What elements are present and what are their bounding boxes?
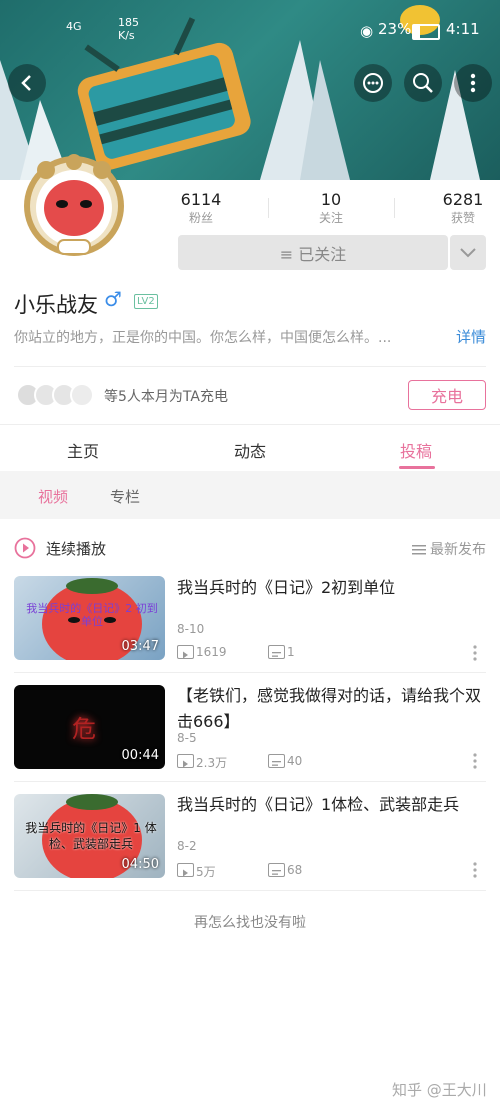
charge-text: 等5人本月为TA充电 bbox=[104, 389, 228, 405]
video-duration: 03:47 bbox=[121, 639, 159, 654]
more-vertical-icon bbox=[473, 753, 477, 769]
charger-avatars[interactable] bbox=[16, 382, 100, 408]
tab-submissions[interactable]: 投稿 bbox=[366, 438, 466, 462]
fans-count: 6114 bbox=[180, 190, 222, 209]
charger-avatar-icons bbox=[16, 383, 94, 407]
thumbnail-text: 危 bbox=[72, 715, 96, 743]
likes-count: 6281 bbox=[442, 190, 484, 209]
watermark: 知乎 @王大川 bbox=[392, 1081, 487, 1099]
search-icon bbox=[413, 73, 433, 93]
video-date: 8-10 bbox=[177, 622, 205, 636]
video-title[interactable]: 我当兵时的《日记》2初到单位 bbox=[177, 575, 477, 601]
play-count-icon bbox=[177, 645, 194, 659]
active-tab-indicator bbox=[399, 466, 435, 469]
video-duration: 04:50 bbox=[121, 857, 159, 872]
play-all-label[interactable]: 连续播放 bbox=[46, 538, 106, 559]
video-more-button[interactable] bbox=[472, 644, 478, 662]
comment-count-icon bbox=[268, 754, 285, 768]
back-button[interactable] bbox=[8, 64, 46, 102]
more-vertical-icon bbox=[473, 862, 477, 878]
video-title[interactable]: 【老铁们，感觉我做得对的话，请给我个双击666】 bbox=[177, 683, 483, 735]
video-thumbnail[interactable]: 我当兵时的《日记》2 初到单位 03:47 bbox=[14, 576, 165, 660]
end-of-list-text: 再怎么找也没有啦 bbox=[194, 915, 306, 931]
video-thumbnail[interactable]: 我当兵时的《日记》1 体检、武装部走兵 04:50 bbox=[14, 794, 165, 878]
play-count: 2.3万 bbox=[196, 756, 228, 770]
video-date: 8-2 bbox=[177, 839, 197, 853]
video-title[interactable]: 我当兵时的《日记》1体检、武装部走兵 bbox=[177, 792, 483, 818]
video-thumbnail[interactable]: 危 00:44 bbox=[14, 685, 165, 769]
divider bbox=[14, 366, 486, 367]
comment-count: 68 bbox=[287, 863, 303, 877]
network-speed: 185 K/s bbox=[118, 16, 139, 42]
stat-likes[interactable]: 6281 获赞 bbox=[434, 190, 492, 226]
detail-link[interactable]: 详情 bbox=[456, 326, 486, 347]
battery-text: 23% bbox=[378, 20, 412, 38]
play-count-icon bbox=[177, 863, 194, 877]
tab-home[interactable]: 主页 bbox=[33, 438, 133, 462]
search-button[interactable] bbox=[404, 64, 442, 102]
play-count: 1619 bbox=[196, 645, 227, 659]
arrow-left-icon bbox=[21, 75, 31, 91]
play-count: 5万 bbox=[196, 865, 216, 879]
subtab-column[interactable]: 专栏 bbox=[110, 486, 140, 507]
stat-divider bbox=[394, 198, 395, 218]
video-more-button[interactable] bbox=[472, 861, 478, 879]
charge-button[interactable]: 充电 bbox=[408, 380, 486, 410]
thumbnail-text: 我当兵时的《日记》1 体检、武装部走兵 bbox=[25, 821, 157, 851]
stat-following[interactable]: 10 关注 bbox=[302, 190, 360, 226]
sort-dropdown[interactable]: 最新发布 bbox=[430, 539, 486, 559]
likes-label: 获赞 bbox=[450, 211, 475, 225]
video-more-button[interactable] bbox=[472, 752, 478, 770]
following-label: 关注 bbox=[318, 211, 343, 225]
following-count: 10 bbox=[320, 190, 342, 209]
more-vertical-icon bbox=[470, 73, 476, 93]
network-indicator: 4G bbox=[66, 20, 82, 33]
comment-count-icon bbox=[268, 863, 285, 877]
eye-icon: ◉ bbox=[360, 22, 374, 40]
chat-button[interactable] bbox=[354, 64, 392, 102]
divider bbox=[14, 890, 486, 891]
divider bbox=[0, 424, 500, 425]
subtab-bar bbox=[0, 471, 500, 519]
more-button[interactable] bbox=[454, 64, 492, 102]
sort-icon bbox=[412, 541, 426, 555]
gender-male-icon: ♂ bbox=[104, 287, 122, 311]
subtab-video[interactable]: 视频 bbox=[38, 486, 68, 507]
clock: 4:11 bbox=[446, 20, 480, 38]
tab-dynamic[interactable]: 动态 bbox=[200, 438, 300, 462]
stat-fans[interactable]: 6114 粉丝 bbox=[172, 190, 230, 226]
fans-label: 粉丝 bbox=[188, 211, 213, 225]
stat-divider bbox=[268, 198, 269, 218]
level-badge: LV2 bbox=[134, 294, 158, 309]
followed-button[interactable]: ≡ 已关注 bbox=[178, 235, 448, 270]
chat-icon bbox=[363, 73, 383, 93]
play-count-icon bbox=[177, 754, 194, 768]
user-name: 小乐战友 bbox=[14, 293, 98, 317]
chevron-down-icon bbox=[460, 247, 476, 257]
follow-dropdown-button[interactable] bbox=[450, 235, 486, 270]
more-vertical-icon bbox=[473, 645, 477, 661]
video-duration: 00:44 bbox=[121, 748, 159, 763]
avatar-frame-icon bbox=[24, 154, 124, 256]
comment-count-icon bbox=[268, 645, 285, 659]
play-all-button[interactable] bbox=[14, 537, 36, 559]
avatar[interactable] bbox=[18, 148, 130, 260]
battery-icon bbox=[412, 24, 440, 40]
comment-count: 40 bbox=[287, 754, 303, 768]
divider bbox=[14, 672, 486, 673]
bio-text: 你站立的地方，正是你的中国。你怎么样，中国便怎么样。... bbox=[14, 330, 392, 346]
divider bbox=[14, 781, 486, 782]
thumbnail-text: 我当兵时的《日记》2 初到单位 bbox=[26, 602, 158, 628]
video-date: 8-5 bbox=[177, 731, 197, 745]
comment-count: 1 bbox=[287, 645, 295, 659]
play-circle-icon bbox=[14, 537, 36, 559]
